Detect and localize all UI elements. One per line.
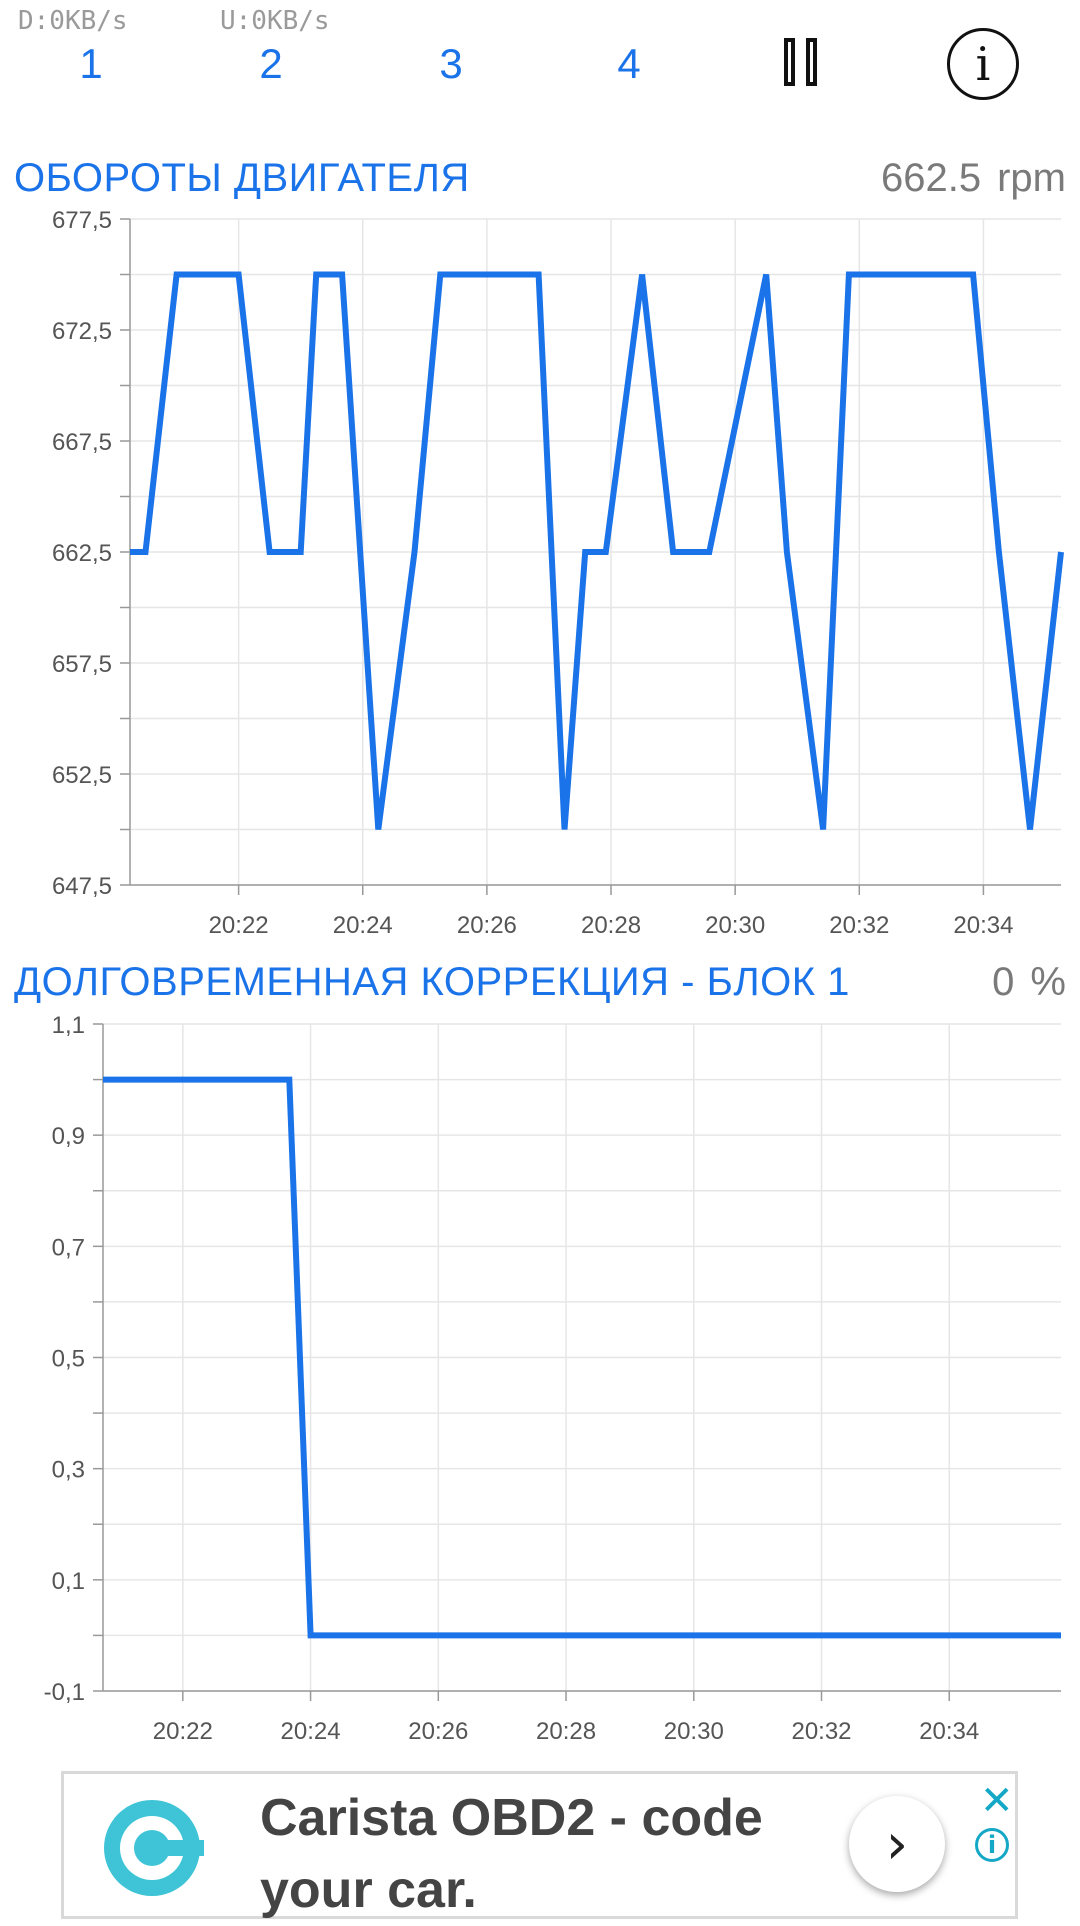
- x-tick-label: 20:24: [281, 1718, 341, 1745]
- x-tick-label: 20:32: [791, 1718, 851, 1745]
- close-icon[interactable]: ✕: [980, 1778, 1014, 1824]
- y-tick-label: 0,9: [52, 1123, 85, 1150]
- y-tick-label: -0,1: [44, 1679, 85, 1706]
- y-tick-label: 0,5: [52, 1346, 85, 1373]
- ad-text[interactable]: Carista OBD2 - code your car.: [260, 1782, 820, 1926]
- x-tick-label: 20:26: [408, 1718, 468, 1745]
- fuel-trim-chart: 1,1 0,9 0,7 0,5 0,3 0,1 -0,1 20:22 20:24 20:26 20:…: [44, 1012, 1061, 1745]
- y-tick-label: 0,7: [52, 1234, 85, 1261]
- ad-info-icon[interactable]: i: [975, 1828, 1009, 1862]
- carista-logo-icon: [104, 1800, 204, 1896]
- x-tick-label: 20:30: [664, 1718, 724, 1745]
- y-tick-label: 0,3: [52, 1457, 85, 1484]
- x-tick-label: 20:28: [536, 1718, 596, 1745]
- x-tick-label: 20:34: [919, 1718, 979, 1745]
- y-tick-label: 0,1: [52, 1568, 85, 1595]
- x-tick-label: 20:22: [153, 1718, 213, 1745]
- y-tick-label: 1,1: [52, 1012, 85, 1039]
- chevron-right-icon[interactable]: ›: [849, 1796, 945, 1892]
- ad-banner[interactable]: Carista OBD2 - code your car. › ✕ i: [61, 1771, 1018, 1919]
